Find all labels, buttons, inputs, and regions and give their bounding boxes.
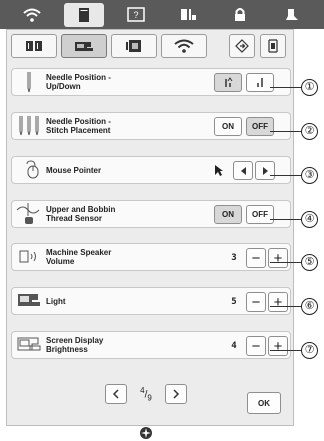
callout-line [270, 131, 302, 132]
brightness-minus-button[interactable]: − [246, 336, 266, 356]
home-icon[interactable] [139, 426, 153, 440]
callout-5: ⑤ [301, 254, 318, 271]
embroidery-settings-icon [126, 40, 141, 52]
frame-button[interactable] [260, 34, 286, 58]
callout-2: ② [301, 123, 318, 140]
help-icon: ? [127, 7, 145, 22]
presser-foot-tab[interactable] [272, 3, 312, 27]
needle-icon [27, 72, 31, 93]
needle-down-icon [257, 78, 263, 87]
presser-foot-icon [286, 9, 298, 20]
mouse-icon [26, 160, 39, 179]
callout-6: ⑥ [301, 298, 318, 315]
callout-3: ③ [301, 167, 318, 184]
needle-up-icon [225, 77, 233, 87]
stitch-icon [181, 9, 196, 20]
callout-4: ④ [301, 211, 318, 228]
diamond-arrow-icon [235, 39, 249, 53]
brightness-value: 4 [231, 341, 237, 351]
chevron-right-icon [173, 389, 180, 399]
pointer-next-button[interactable] [255, 161, 275, 180]
setting-row-speaker-volume: Machine Speaker Volume 3 − + [11, 243, 291, 271]
page-tab[interactable] [64, 2, 104, 27]
callout-line [270, 262, 302, 263]
wireless-icon [174, 39, 194, 53]
pager: 4/9 [105, 384, 187, 404]
setting-label: Upper and Bobbin Thread Sensor [46, 205, 116, 223]
setting-row-thread-sensor: Upper and Bobbin Thread Sensor ON OFF [11, 200, 291, 228]
thread-sensor-on-button[interactable]: ON [214, 205, 242, 224]
volume-plus-button[interactable]: + [268, 248, 288, 268]
setting-label: Machine Speaker Volume [46, 248, 112, 266]
machine-settings-tab[interactable] [61, 34, 107, 58]
settings-screen: Needle Position - Up/Down Needle Position… [6, 29, 294, 426]
triangle-right-icon [262, 166, 268, 175]
svg-text:?: ? [133, 10, 138, 20]
callout-line [270, 87, 302, 88]
volume-minus-button[interactable]: − [246, 248, 266, 268]
page-indicator: 4/9 [140, 385, 152, 403]
callout-line [270, 219, 302, 220]
top-tab-bar: ? [0, 0, 324, 29]
setting-label: Needle Position - Stitch Placement [46, 117, 111, 135]
setting-row-needle-up-down: Needle Position - Up/Down [11, 68, 291, 96]
lock-icon [235, 8, 245, 21]
prev-page-button[interactable] [105, 384, 127, 404]
needles-icon [19, 116, 39, 136]
setting-label: Light [46, 296, 66, 306]
wifi-icon [23, 8, 41, 22]
setting-label: Screen Display Brightness [46, 336, 104, 354]
needle-up-button[interactable] [214, 73, 242, 92]
lock-tab[interactable] [220, 3, 260, 27]
machine-settings-icon [75, 42, 93, 51]
settings-shortcut-button[interactable] [229, 34, 255, 58]
light-minus-button[interactable]: − [246, 292, 266, 312]
thread-sensor-off-button[interactable]: OFF [246, 205, 274, 224]
screen-icon [17, 337, 41, 351]
speaker-icon [19, 250, 36, 263]
help-tab[interactable]: ? [116, 3, 156, 27]
wifi-tab[interactable] [12, 3, 52, 27]
volume-value: 3 [231, 253, 237, 263]
thread-sensor-icon [16, 203, 40, 224]
callout-line [270, 350, 302, 351]
setting-row-mouse-pointer: Mouse Pointer [11, 156, 291, 184]
ok-button[interactable]: OK [247, 392, 281, 414]
triangle-left-icon [240, 166, 246, 175]
stitch-placement-off-button[interactable]: OFF [246, 117, 274, 136]
callout-1: ① [301, 79, 318, 96]
pointer-arrow-icon [215, 165, 223, 176]
light-icon [18, 294, 40, 306]
sewing-settings-icon [26, 41, 42, 51]
setting-row-screen-brightness: Screen Display Brightness 4 − + [11, 331, 291, 359]
stitch-placement-on-button[interactable]: ON [214, 117, 242, 136]
embroidery-settings-tab[interactable] [111, 34, 157, 58]
callout-7: ⑦ [301, 342, 318, 359]
wireless-tab[interactable] [161, 34, 207, 58]
page-icon [79, 7, 89, 22]
setting-row-light: Light 5 − + [11, 287, 291, 315]
callout-line [270, 306, 302, 307]
setting-row-stitch-placement: Needle Position - Stitch Placement ON OFF [11, 112, 291, 140]
settings-category-tabs [11, 34, 207, 58]
setting-label: Mouse Pointer [46, 165, 102, 175]
needle-down-button[interactable] [246, 73, 274, 92]
light-value: 5 [231, 297, 237, 307]
next-page-button[interactable] [165, 384, 187, 404]
light-plus-button[interactable]: + [268, 292, 288, 312]
frame-icon [268, 39, 278, 53]
callout-line [270, 175, 302, 176]
chevron-left-icon [112, 389, 119, 399]
setting-label: Needle Position - Up/Down [46, 73, 111, 91]
stitch-tab[interactable] [168, 3, 208, 27]
pointer-prev-button[interactable] [233, 161, 253, 180]
sewing-settings-tab[interactable] [11, 34, 57, 58]
brightness-plus-button[interactable]: + [268, 336, 288, 356]
